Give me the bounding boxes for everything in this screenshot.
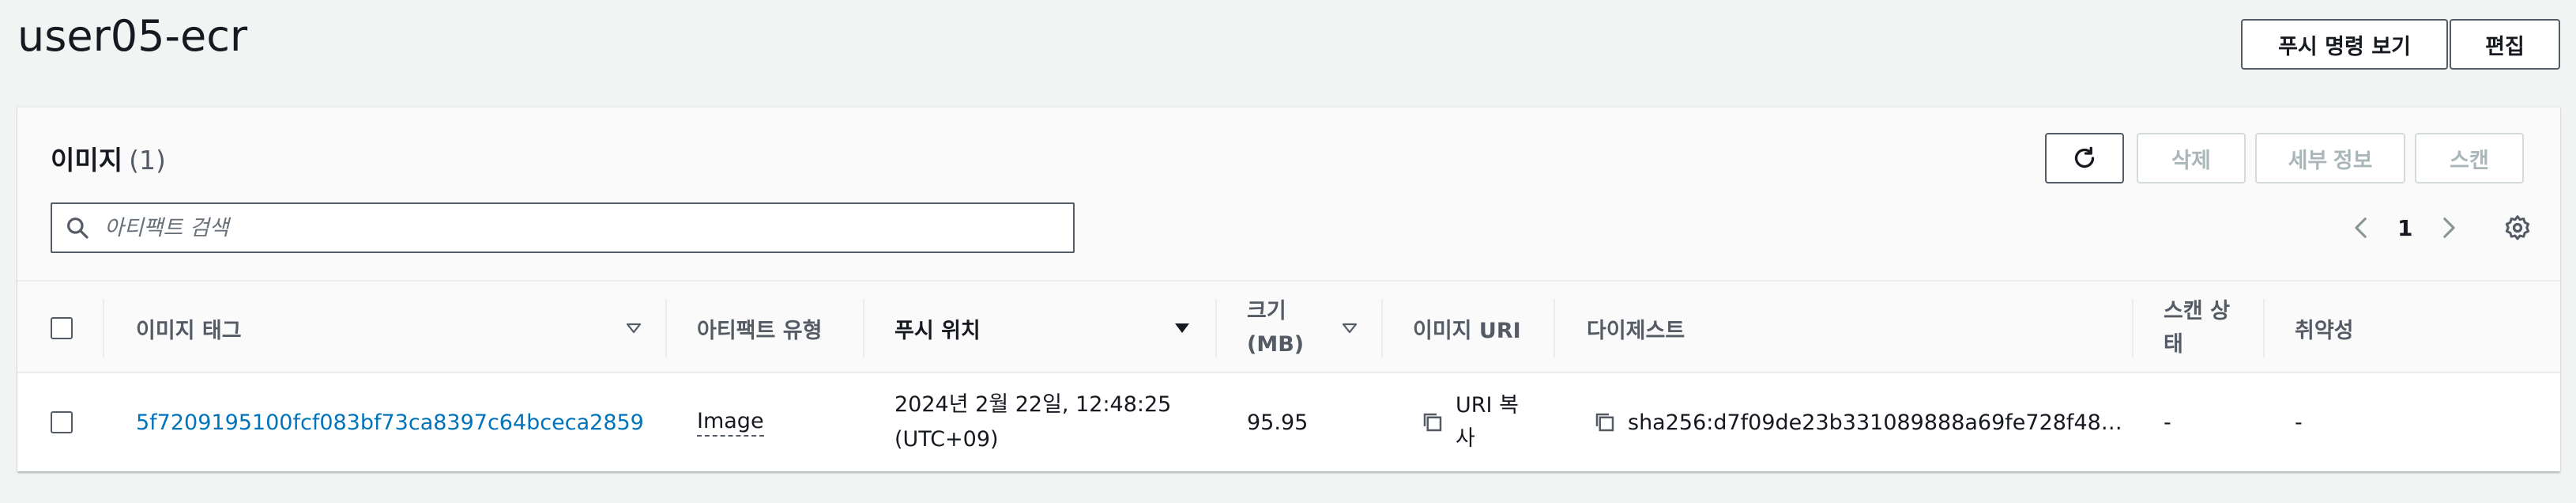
edit-button[interactable]: 편집 (2450, 19, 2560, 70)
chevron-right-icon[interactable] (2435, 214, 2461, 241)
delete-button[interactable]: 삭제 (2137, 133, 2246, 183)
settings-icon[interactable] (2503, 214, 2532, 242)
sort-icon[interactable] (1340, 319, 1359, 338)
chevron-left-icon[interactable] (2348, 214, 2375, 241)
image-tag-link[interactable]: 5f7209195100fcf083bf73ca8397c64bceca2859 (136, 410, 644, 435)
copy-icon (1423, 413, 1442, 432)
pushed-at-timezone: (UTC+09) (894, 427, 999, 452)
column-divider (665, 299, 667, 357)
refresh-icon (2074, 146, 2095, 168)
pushed-at-date: 2024년 2월 22일, 12:48:25 (894, 392, 1172, 417)
search-icon (67, 217, 89, 239)
scan-status-value: - (2164, 410, 2171, 435)
col-size-unit: (MB) (1247, 332, 1305, 357)
sort-icon[interactable] (624, 319, 643, 338)
artifact-type-value[interactable]: Image (697, 409, 764, 437)
col-pushed-at[interactable]: 푸시 위치 (894, 282, 1211, 375)
column-divider (863, 299, 864, 357)
digest-cell: sha256:d7f09de23b331089888a69fe728f48… (1593, 373, 2122, 471)
sort-descending-icon[interactable] (1173, 319, 1192, 338)
page-number[interactable]: 1 (2397, 215, 2412, 241)
page-header: user05-ecr 푸시 명령 보기 편집 (0, 0, 2576, 95)
col-size[interactable]: 크기 (MB) (1247, 282, 1381, 375)
pagination: 1 (2348, 202, 2461, 253)
vulnerabilities-value: - (2295, 410, 2303, 435)
search-field[interactable] (51, 202, 1075, 253)
col-digest[interactable]: 다이제스트 (1587, 282, 1685, 375)
row-checkbox[interactable] (51, 411, 73, 433)
column-divider (103, 299, 104, 357)
copy-uri-button[interactable]: URI 복 사 (1421, 373, 1519, 471)
search-input[interactable] (103, 212, 1051, 244)
column-divider (2263, 299, 2265, 357)
refresh-button[interactable] (2045, 133, 2124, 183)
panel-header: 이미지(1) 삭제 세부 정보 스캔 1 (17, 108, 2560, 280)
col-size-label: 크기 (1247, 299, 1286, 323)
row-select-cell (51, 373, 73, 471)
col-scan-status-line2: 태 (2164, 332, 2183, 357)
column-divider (1381, 299, 1383, 357)
image-tag-cell: 5f7209195100fcf083bf73ca8397c64bceca2859 (136, 373, 644, 471)
view-push-commands-button[interactable]: 푸시 명령 보기 (2241, 19, 2448, 70)
panel-title-text: 이미지 (51, 145, 123, 176)
col-scan-status-line1: 스캔 상 (2164, 299, 2230, 323)
panel-title: 이미지 (1) (51, 139, 166, 177)
copy-uri-label-line2: 사 (1456, 426, 1475, 451)
copy-uri-label-line1: URI 복 (1456, 393, 1519, 418)
select-all-cell (51, 282, 73, 375)
column-divider (1215, 299, 1217, 357)
select-all-checkbox[interactable] (51, 317, 73, 339)
col-artifact-type[interactable]: 아티팩트 유형 (697, 282, 822, 375)
col-scan-status[interactable]: 스캔 상 태 (2164, 282, 2230, 375)
details-button[interactable]: 세부 정보 (2255, 133, 2405, 183)
col-pushed-at-label: 푸시 위치 (894, 318, 981, 343)
col-image-tag-label: 이미지 태그 (136, 318, 242, 343)
col-image-tag[interactable]: 이미지 태그 (136, 282, 650, 375)
images-panel: 이미지(1) 삭제 세부 정보 스캔 1 (17, 106, 2560, 471)
column-divider (2132, 299, 2133, 357)
pushed-at-cell: 2024년 2월 22일, 12:48:25 (UTC+09) (894, 373, 1171, 471)
table-header: 이미지 태그 아티팩트 유형 푸시 위치 크기 (MB) 이미지 URI 다이제… (17, 280, 2560, 373)
column-divider (1554, 299, 1555, 357)
table-row[interactable]: 5f7209195100fcf083bf73ca8397c64bceca2859… (17, 373, 2560, 471)
size-value: 95.95 (1247, 410, 1309, 435)
image-count: (1) (129, 145, 166, 176)
copy-digest-icon[interactable] (1593, 410, 1617, 434)
col-vulnerabilities[interactable]: 취약성 (2295, 282, 2354, 375)
scan-button[interactable]: 스캔 (2415, 133, 2524, 183)
artifact-type-cell: Image (697, 373, 764, 471)
digest-value: sha256:d7f09de23b331089888a69fe728f48… (1628, 410, 2122, 435)
page-title: user05-ecr (17, 11, 248, 61)
col-image-uri[interactable]: 이미지 URI (1413, 282, 1521, 375)
